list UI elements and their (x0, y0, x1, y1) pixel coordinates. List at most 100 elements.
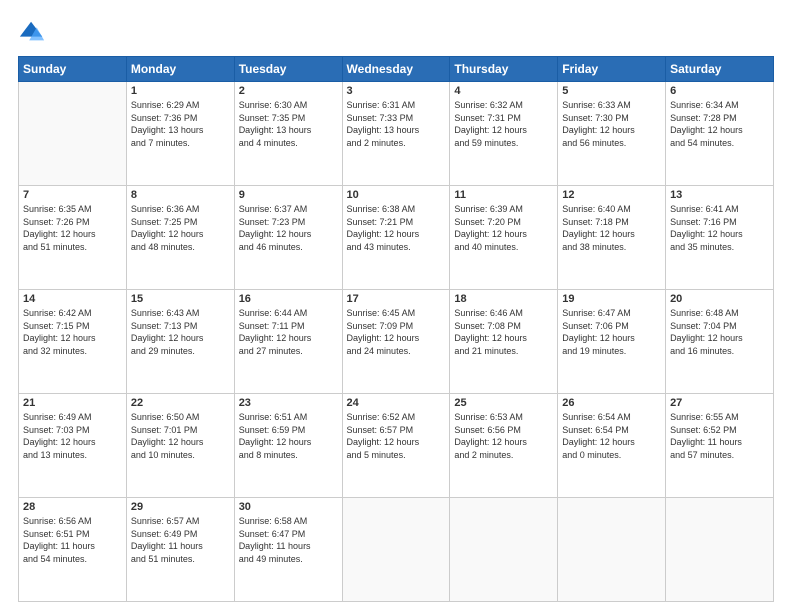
day-number: 10 (347, 189, 446, 201)
calendar-cell: 15Sunrise: 6:43 AM Sunset: 7:13 PM Dayli… (126, 290, 234, 394)
day-info: Sunrise: 6:43 AM Sunset: 7:13 PM Dayligh… (131, 307, 230, 357)
calendar-cell (19, 82, 127, 186)
calendar-cell: 20 Sunrise: 6:48 AM Sunset: 7:04 PM Dayli… (666, 290, 774, 394)
day-info: Sunrise: 6:47 AM Sunset: 7:06 PM Dayligh… (562, 307, 661, 357)
calendar-cell: 25 Sunrise: 6:53 AM Sunset: 6:56 PM Dayli… (450, 394, 558, 498)
calendar-cell: 13 Sunrise: 6:41 AM Sunset: 7:16 PM Dayli… (666, 186, 774, 290)
day-number: 13 (670, 189, 769, 201)
day-number: 8 (131, 189, 230, 201)
day-number: 21 (23, 397, 122, 409)
day-number: 3 (347, 85, 446, 97)
day-number: 20 (670, 293, 769, 305)
calendar-cell: 17 Sunrise: 6:45 AM Sunset: 7:09 PM Dayli… (342, 290, 450, 394)
day-info: Sunrise: 6:44 AM Sunset: 7:11 PM Dayligh… (239, 307, 338, 357)
calendar-cell: 19 Sunrise: 6:47 AM Sunset: 7:06 PM Dayli… (558, 290, 666, 394)
weekday-header: Saturday (666, 57, 774, 82)
day-info: Sunrise: 6:57 AM Sunset: 6:49 PM Dayligh… (131, 515, 230, 565)
day-info: Sunrise: 6:46 AM Sunset: 7:08 PM Dayligh… (454, 307, 553, 357)
day-info: Sunrise: 6:36 AM Sunset: 7:25 PM Dayligh… (131, 203, 230, 253)
weekday-header: Monday (126, 57, 234, 82)
calendar-cell: 23Sunrise: 6:51 AM Sunset: 6:59 PM Dayli… (234, 394, 342, 498)
day-number: 17 (347, 293, 446, 305)
day-number: 18 (454, 293, 553, 305)
calendar-week-row: 14Sunrise: 6:42 AM Sunset: 7:15 PM Dayli… (19, 290, 774, 394)
calendar-week-row: 21 Sunrise: 6:49 AM Sunset: 7:03 PM Dayli… (19, 394, 774, 498)
weekday-header: Wednesday (342, 57, 450, 82)
day-number: 11 (454, 189, 553, 201)
calendar-cell: 22Sunrise: 6:50 AM Sunset: 7:01 PM Dayli… (126, 394, 234, 498)
day-info: Sunrise: 6:48 AM Sunset: 7:04 PM Dayligh… (670, 307, 769, 357)
day-number: 27 (670, 397, 769, 409)
day-number: 23 (239, 397, 338, 409)
day-number: 28 (23, 501, 122, 513)
calendar-cell: 21 Sunrise: 6:49 AM Sunset: 7:03 PM Dayli… (19, 394, 127, 498)
day-info: Sunrise: 6:30 AM Sunset: 7:35 PM Dayligh… (239, 99, 338, 149)
weekday-header: Thursday (450, 57, 558, 82)
day-number: 5 (562, 85, 661, 97)
day-info: Sunrise: 6:38 AM Sunset: 7:21 PM Dayligh… (347, 203, 446, 253)
calendar-cell: 18 Sunrise: 6:46 AM Sunset: 7:08 PM Dayli… (450, 290, 558, 394)
day-number: 1 (131, 85, 230, 97)
calendar-cell: 8 Sunrise: 6:36 AM Sunset: 7:25 PM Daylig… (126, 186, 234, 290)
logo-icon (18, 18, 46, 46)
weekday-header: Friday (558, 57, 666, 82)
calendar-cell: 2 Sunrise: 6:30 AM Sunset: 7:35 PM Daylig… (234, 82, 342, 186)
day-number: 16 (239, 293, 338, 305)
day-number: 4 (454, 85, 553, 97)
calendar-cell: 28 Sunrise: 6:56 AM Sunset: 6:51 PM Dayli… (19, 498, 127, 602)
calendar-week-row: 1 Sunrise: 6:29 AM Sunset: 7:36 PM Daylig… (19, 82, 774, 186)
calendar-cell: 24 Sunrise: 6:52 AM Sunset: 6:57 PM Dayli… (342, 394, 450, 498)
day-number: 19 (562, 293, 661, 305)
calendar-cell: 1 Sunrise: 6:29 AM Sunset: 7:36 PM Daylig… (126, 82, 234, 186)
day-info: Sunrise: 6:42 AM Sunset: 7:15 PM Dayligh… (23, 307, 122, 357)
weekday-header: Sunday (19, 57, 127, 82)
calendar-cell: 6 Sunrise: 6:34 AM Sunset: 7:28 PM Daylig… (666, 82, 774, 186)
calendar-cell: 7Sunrise: 6:35 AM Sunset: 7:26 PM Daylig… (19, 186, 127, 290)
page-header (18, 18, 774, 46)
calendar-cell: 10 Sunrise: 6:38 AM Sunset: 7:21 PM Dayli… (342, 186, 450, 290)
calendar-cell (666, 498, 774, 602)
calendar-cell: 16 Sunrise: 6:44 AM Sunset: 7:11 PM Dayli… (234, 290, 342, 394)
day-info: Sunrise: 6:41 AM Sunset: 7:16 PM Dayligh… (670, 203, 769, 253)
calendar-cell: 5 Sunrise: 6:33 AM Sunset: 7:30 PM Daylig… (558, 82, 666, 186)
day-info: Sunrise: 6:29 AM Sunset: 7:36 PM Dayligh… (131, 99, 230, 149)
day-number: 24 (347, 397, 446, 409)
day-number: 25 (454, 397, 553, 409)
day-info: Sunrise: 6:55 AM Sunset: 6:52 PM Dayligh… (670, 411, 769, 461)
day-number: 6 (670, 85, 769, 97)
calendar-cell: 14Sunrise: 6:42 AM Sunset: 7:15 PM Dayli… (19, 290, 127, 394)
day-number: 2 (239, 85, 338, 97)
day-info: Sunrise: 6:56 AM Sunset: 6:51 PM Dayligh… (23, 515, 122, 565)
day-info: Sunrise: 6:34 AM Sunset: 7:28 PM Dayligh… (670, 99, 769, 149)
calendar-cell: 26Sunrise: 6:54 AM Sunset: 6:54 PM Dayli… (558, 394, 666, 498)
calendar-cell: 3 Sunrise: 6:31 AM Sunset: 7:33 PM Daylig… (342, 82, 450, 186)
weekday-header: Tuesday (234, 57, 342, 82)
calendar-cell: 11 Sunrise: 6:39 AM Sunset: 7:20 PM Dayli… (450, 186, 558, 290)
day-number: 7 (23, 189, 122, 201)
calendar-cell: 27 Sunrise: 6:55 AM Sunset: 6:52 PM Dayli… (666, 394, 774, 498)
day-info: Sunrise: 6:45 AM Sunset: 7:09 PM Dayligh… (347, 307, 446, 357)
logo (18, 18, 50, 46)
calendar-cell: 9 Sunrise: 6:37 AM Sunset: 7:23 PM Daylig… (234, 186, 342, 290)
day-info: Sunrise: 6:39 AM Sunset: 7:20 PM Dayligh… (454, 203, 553, 253)
day-number: 12 (562, 189, 661, 201)
day-info: Sunrise: 6:49 AM Sunset: 7:03 PM Dayligh… (23, 411, 122, 461)
calendar-cell (558, 498, 666, 602)
calendar-cell (450, 498, 558, 602)
calendar-cell: 30Sunrise: 6:58 AM Sunset: 6:47 PM Dayli… (234, 498, 342, 602)
day-number: 29 (131, 501, 230, 513)
day-info: Sunrise: 6:53 AM Sunset: 6:56 PM Dayligh… (454, 411, 553, 461)
day-info: Sunrise: 6:33 AM Sunset: 7:30 PM Dayligh… (562, 99, 661, 149)
day-info: Sunrise: 6:52 AM Sunset: 6:57 PM Dayligh… (347, 411, 446, 461)
day-number: 26 (562, 397, 661, 409)
calendar-week-row: 28 Sunrise: 6:56 AM Sunset: 6:51 PM Dayli… (19, 498, 774, 602)
calendar-cell (342, 498, 450, 602)
day-number: 9 (239, 189, 338, 201)
calendar-cell: 4Sunrise: 6:32 AM Sunset: 7:31 PM Daylig… (450, 82, 558, 186)
day-info: Sunrise: 6:40 AM Sunset: 7:18 PM Dayligh… (562, 203, 661, 253)
day-info: Sunrise: 6:31 AM Sunset: 7:33 PM Dayligh… (347, 99, 446, 149)
calendar-table: SundayMondayTuesdayWednesdayThursdayFrid… (18, 56, 774, 602)
day-info: Sunrise: 6:58 AM Sunset: 6:47 PM Dayligh… (239, 515, 338, 565)
calendar-cell: 29 Sunrise: 6:57 AM Sunset: 6:49 PM Dayli… (126, 498, 234, 602)
day-info: Sunrise: 6:37 AM Sunset: 7:23 PM Dayligh… (239, 203, 338, 253)
